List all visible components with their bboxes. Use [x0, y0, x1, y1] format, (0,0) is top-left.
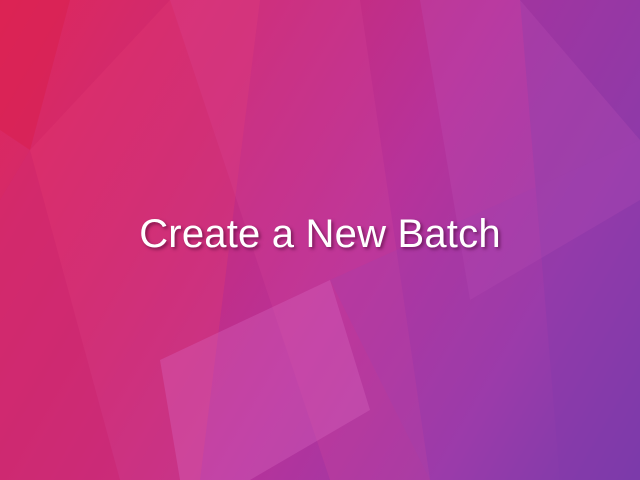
slide-background: Create a New Batch	[0, 0, 640, 480]
slide-title: Create a New Batch	[139, 212, 501, 256]
